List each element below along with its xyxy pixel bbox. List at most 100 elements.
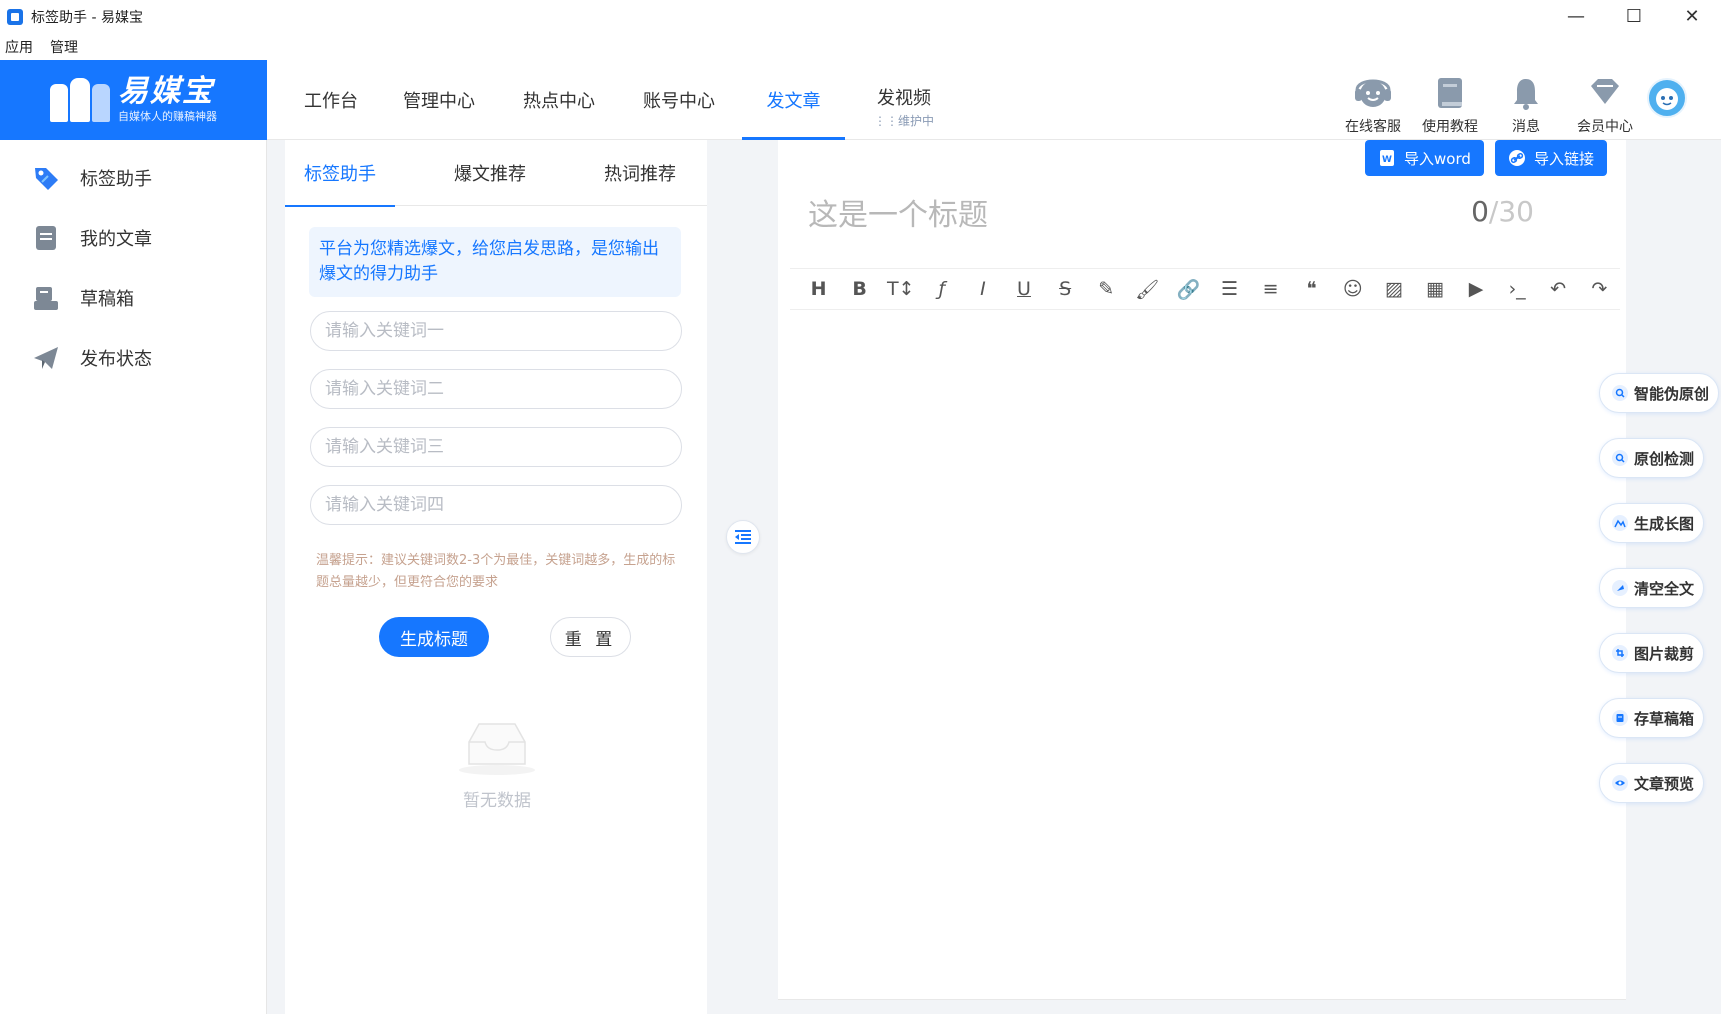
minimize-button[interactable]: — [1547,0,1605,33]
brand-mark-icon [50,78,112,122]
link-button[interactable]: 🔗 [1168,269,1209,309]
diamond-icon [1591,79,1619,104]
quote-icon: ❝ [1306,278,1317,300]
link-icon: 🔗 [1176,278,1201,301]
menu-app[interactable]: 应用 [5,37,33,57]
keyword-input-3[interactable] [310,427,682,467]
italic-button[interactable]: I [962,269,1003,309]
align-button[interactable]: ≡ [1250,269,1291,309]
online-support-button[interactable]: 在线客服 [1338,66,1408,136]
app-logo-icon [7,8,23,25]
close-button[interactable]: ✕ [1663,0,1721,33]
heading-button[interactable]: H [798,269,839,309]
clear-all-icon [1612,580,1628,596]
table-icon: ▦ [1425,278,1444,300]
article-title-input[interactable] [808,190,1448,240]
redo-button[interactable]: ↷ [1579,269,1620,309]
ai-rewrite-icon [1612,385,1628,401]
emoji-icon: ☺ [1342,278,1363,300]
book-icon [1438,78,1462,108]
font-size-button[interactable]: T↕ [880,269,921,309]
generate-title-button[interactable]: 生成标题 [379,617,489,657]
brand-slogan: 自媒体人的赚稿神器 [118,110,217,123]
messages-button[interactable]: 消息 [1491,66,1561,136]
menu-manage[interactable]: 管理 [50,37,78,57]
tab-hot-words[interactable]: 热词推荐 [585,140,695,206]
collapse-panel-button[interactable] [726,520,760,554]
keyword-input-4[interactable] [310,485,682,525]
quote-button[interactable]: ❝ [1291,269,1332,309]
save-draft-button[interactable]: 存草稿箱 [1599,698,1705,738]
title-char-counter: 0/30 [1471,195,1534,228]
tag-icon [32,164,60,192]
sidebar-item-my-articles[interactable]: 我的文章 [0,210,267,266]
strikethrough-button[interactable]: S [1045,269,1086,309]
bold-button[interactable]: B [839,269,880,309]
tab-workbench[interactable]: 工作台 [299,60,363,140]
sidebar-item-drafts[interactable]: 草稿箱 [0,270,267,326]
emoji-button[interactable]: ☺ [1332,269,1373,309]
long-image-icon [1612,515,1628,531]
originality-check-button[interactable]: 原创检测 [1599,438,1705,478]
avatar-face-icon [1656,88,1678,110]
empty-state: 暂无数据 [435,720,559,811]
window-controls: — ☐ ✕ [1547,0,1721,33]
keyword-tip: 温馨提示：建议关键词数2-3个为最佳，关键词越多，生成的标题总量越少，但更符合您… [316,553,676,590]
sidebar-item-tag-assistant[interactable]: 标签助手 [0,150,267,206]
title-bar: 标签助手 - 易媒宝 — ☐ ✕ [0,0,1721,33]
tab-publish-article[interactable]: 发文章 [742,60,845,140]
table-button[interactable]: ▦ [1414,269,1455,309]
user-avatar[interactable] [1647,78,1687,118]
save-draft-icon [1612,710,1628,726]
preview-eye-icon [1612,775,1628,791]
tab-hot-center[interactable]: 热点中心 [523,60,595,140]
font-family-icon: ƒ [938,278,946,300]
keyword-input-2[interactable] [310,369,682,409]
undo-icon: ↶ [1550,278,1567,300]
info-banner: 平台为您精选爆文，给您启发思路，是您输出爆文的得力助手 [309,227,681,297]
clear-all-button[interactable]: 清空全文 [1599,568,1705,608]
underline-button[interactable]: U [1003,269,1044,309]
video-button[interactable]: ▶ [1456,269,1497,309]
tab-publish-video[interactable]: 发视频 ⋮⋮维护中 [869,60,939,140]
crop-image-button[interactable]: 图片裁剪 [1599,633,1705,673]
maximize-button[interactable]: ☐ [1605,0,1663,33]
paper-plane-icon [32,344,60,372]
image-button[interactable]: ▨ [1373,269,1414,309]
preview-article-button[interactable]: 文章预览 [1599,763,1705,803]
member-center-button[interactable]: 会员中心 [1570,66,1640,136]
undo-button[interactable]: ↶ [1538,269,1579,309]
font-size-icon: T↕ [886,278,915,300]
word-file-icon: W [1378,149,1396,167]
originality-check-icon [1612,450,1628,466]
maintenance-badge: ⋮⋮维护中 [873,113,934,128]
bell-icon [1514,79,1538,110]
import-link-button[interactable]: 导入链接 [1495,140,1608,176]
tab-management-center[interactable]: 管理中心 [403,60,475,140]
tutorial-button[interactable]: 使用教程 [1415,66,1485,136]
image-icon: ▨ [1384,278,1403,300]
bullet-list-icon: ☰ [1220,278,1238,300]
bullet-list-button[interactable]: ☰ [1209,269,1250,309]
ai-rewrite-button[interactable]: 智能伪原创 [1599,373,1720,413]
headset-icon [1355,79,1391,107]
crop-icon [1612,645,1628,661]
tab-tag-assistant[interactable]: 标签助手 [285,140,395,207]
tab-account-center[interactable]: 账号中心 [643,60,715,140]
article-editor: W 导入word 导入链接 0/30 H B T↕ ƒ I U S ✎ 🖌 🔗 ☰ ≡ ❝ ☺ ▨ ▦ ▶ ›_ ↶… [778,140,1626,1000]
keyword-input-1[interactable] [310,311,682,351]
import-word-button[interactable]: W 导入word [1365,140,1484,176]
reset-button[interactable]: 重 置 [550,617,631,657]
font-family-button[interactable]: ƒ [921,269,962,309]
italic-icon: I [980,278,986,300]
sidebar-item-publish-status[interactable]: 发布状态 [0,330,267,386]
tab-viral-articles[interactable]: 爆文推荐 [435,140,545,206]
generate-long-image-button[interactable]: 生成长图 [1599,503,1705,543]
draft-box-icon [32,284,60,312]
brand-logo[interactable]: 易媒宝 自媒体人的赚稿神器 [0,60,267,140]
code-button[interactable]: ›_ [1497,269,1538,309]
empty-inbox-icon [459,723,535,775]
brush-button[interactable]: 🖌 [1127,269,1168,309]
pen-button[interactable]: ✎ [1086,269,1127,309]
editor-toolbar: H B T↕ ƒ I U S ✎ 🖌 🔗 ☰ ≡ ❝ ☺ ▨ ▦ ▶ ›_ ↶ ↷ [790,268,1620,310]
